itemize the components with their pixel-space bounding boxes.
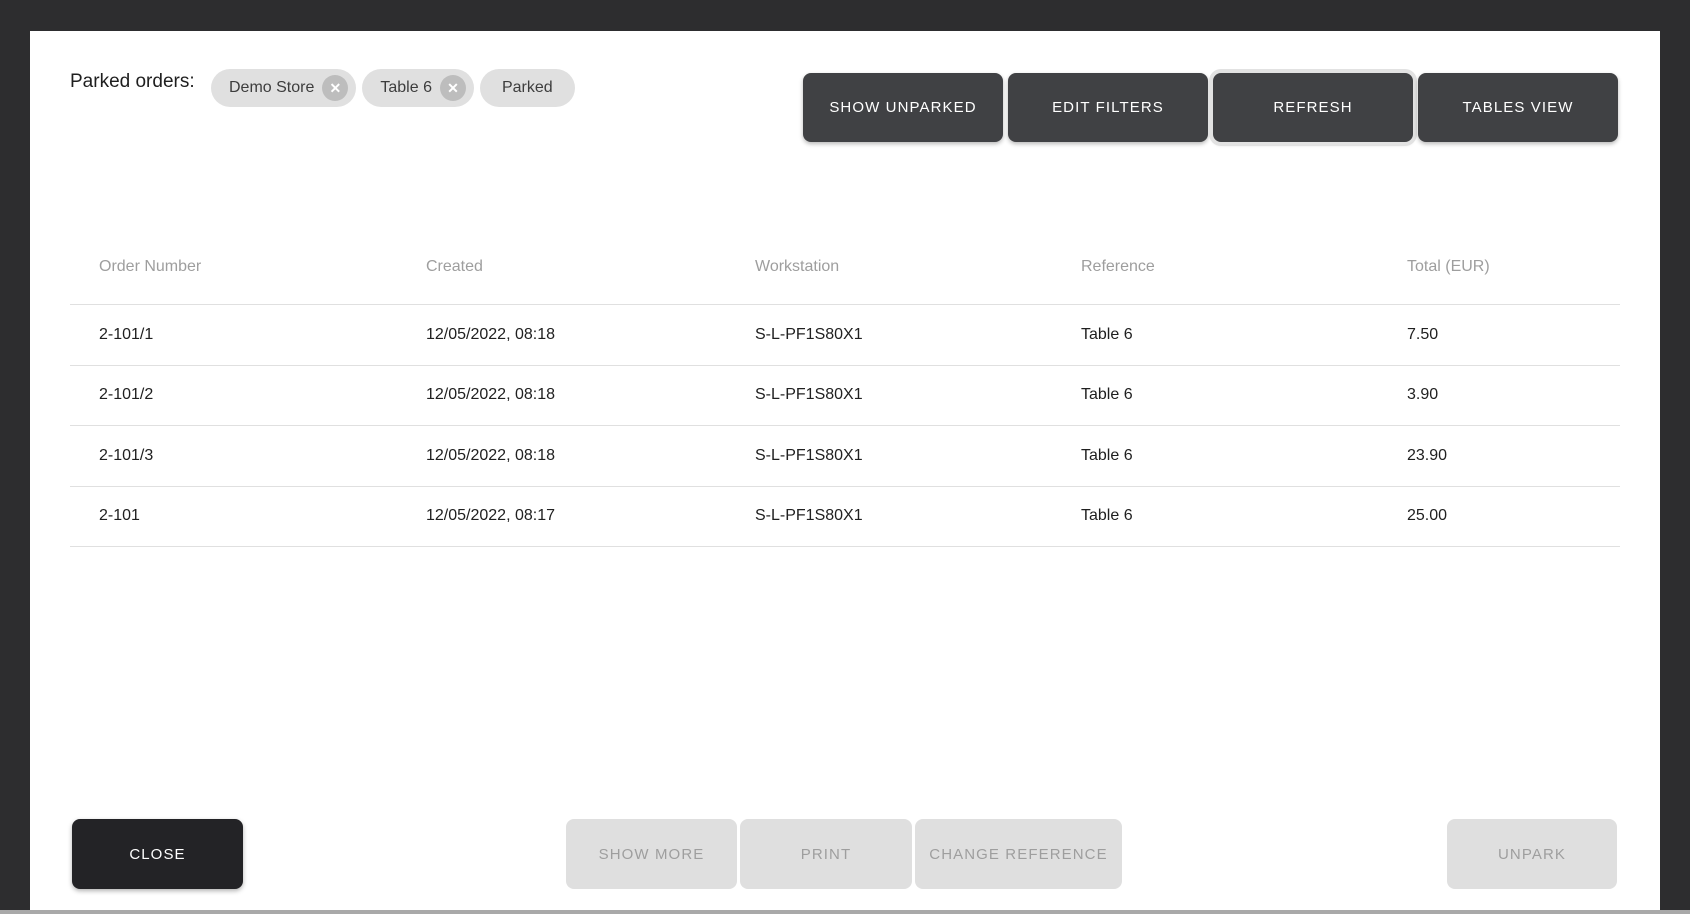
filter-chip-demo-store: Demo Store ✕ [211,69,356,107]
print-button[interactable]: PRINT [740,819,912,889]
remove-filter-table-6-icon[interactable]: ✕ [440,75,466,101]
cell-reference: Table 6 [1081,326,1407,344]
table-row[interactable]: 2-101/3 12/05/2022, 08:18 S-L-PF1S80X1 T… [70,426,1620,487]
cell-order-number: 2-101 [70,507,426,525]
table-row[interactable]: 2-101 12/05/2022, 08:17 S-L-PF1S80X1 Tab… [70,487,1620,548]
cell-workstation: S-L-PF1S80X1 [755,326,1081,344]
column-header-workstation: Workstation [755,258,1081,276]
column-header-total: Total (EUR) [1407,258,1620,276]
remove-filter-demo-store-icon[interactable]: ✕ [322,75,348,101]
column-header-order-number: Order Number [70,258,426,276]
cell-workstation: S-L-PF1S80X1 [755,507,1081,525]
column-header-reference: Reference [1081,258,1407,276]
cell-reference: Table 6 [1081,507,1407,525]
cell-workstation: S-L-PF1S80X1 [755,447,1081,465]
cell-workstation: S-L-PF1S80X1 [755,386,1081,404]
header-action-buttons: SHOW UNPARKED EDIT FILTERS REFRESH TABLE… [803,73,1618,142]
filter-chip-label: Parked [502,79,553,97]
cell-total: 25.00 [1407,507,1620,525]
cell-created: 12/05/2022, 08:18 [426,326,755,344]
filter-chip-label: Demo Store [229,79,314,97]
table-header-row: Order Number Created Workstation Referen… [70,230,1620,305]
refresh-button[interactable]: REFRESH [1213,73,1413,142]
page-title: Parked orders: [70,70,195,94]
show-unparked-button[interactable]: SHOW UNPARKED [803,73,1003,142]
show-more-button[interactable]: SHOW MORE [566,819,737,889]
cell-created: 12/05/2022, 08:18 [426,447,755,465]
unpark-button[interactable]: UNPARK [1447,819,1617,889]
change-reference-button[interactable]: CHANGE REFERENCE [915,819,1122,889]
edit-filters-button[interactable]: EDIT FILTERS [1008,73,1208,142]
cell-order-number: 2-101/2 [70,386,426,404]
close-button[interactable]: CLOSE [72,819,243,889]
cell-total: 23.90 [1407,447,1620,465]
cell-reference: Table 6 [1081,447,1407,465]
cell-total: 3.90 [1407,386,1620,404]
cell-order-number: 2-101/1 [70,326,426,344]
cell-reference: Table 6 [1081,386,1407,404]
cell-created: 12/05/2022, 08:17 [426,507,755,525]
column-header-created: Created [426,258,755,276]
tables-view-button[interactable]: TABLES VIEW [1418,73,1618,142]
footer-center-buttons: SHOW MORE PRINT CHANGE REFERENCE [566,819,1122,889]
table-row[interactable]: 2-101/2 12/05/2022, 08:18 S-L-PF1S80X1 T… [70,366,1620,427]
filter-chip-table-6: Table 6 ✕ [362,69,474,107]
cell-order-number: 2-101/3 [70,447,426,465]
table-row[interactable]: 2-101/1 12/05/2022, 08:18 S-L-PF1S80X1 T… [70,305,1620,366]
filter-chips: Demo Store ✕ Table 6 ✕ Parked [211,69,575,107]
window-bottom-edge [0,910,1690,914]
parked-orders-table: Order Number Created Workstation Referen… [70,230,1620,547]
filter-chip-parked: Parked [480,69,575,107]
parked-orders-dialog: Parked orders: Demo Store ✕ Table 6 ✕ Pa… [30,31,1660,910]
cell-created: 12/05/2022, 08:18 [426,386,755,404]
cell-total: 7.50 [1407,326,1620,344]
filter-chip-label: Table 6 [380,79,432,97]
